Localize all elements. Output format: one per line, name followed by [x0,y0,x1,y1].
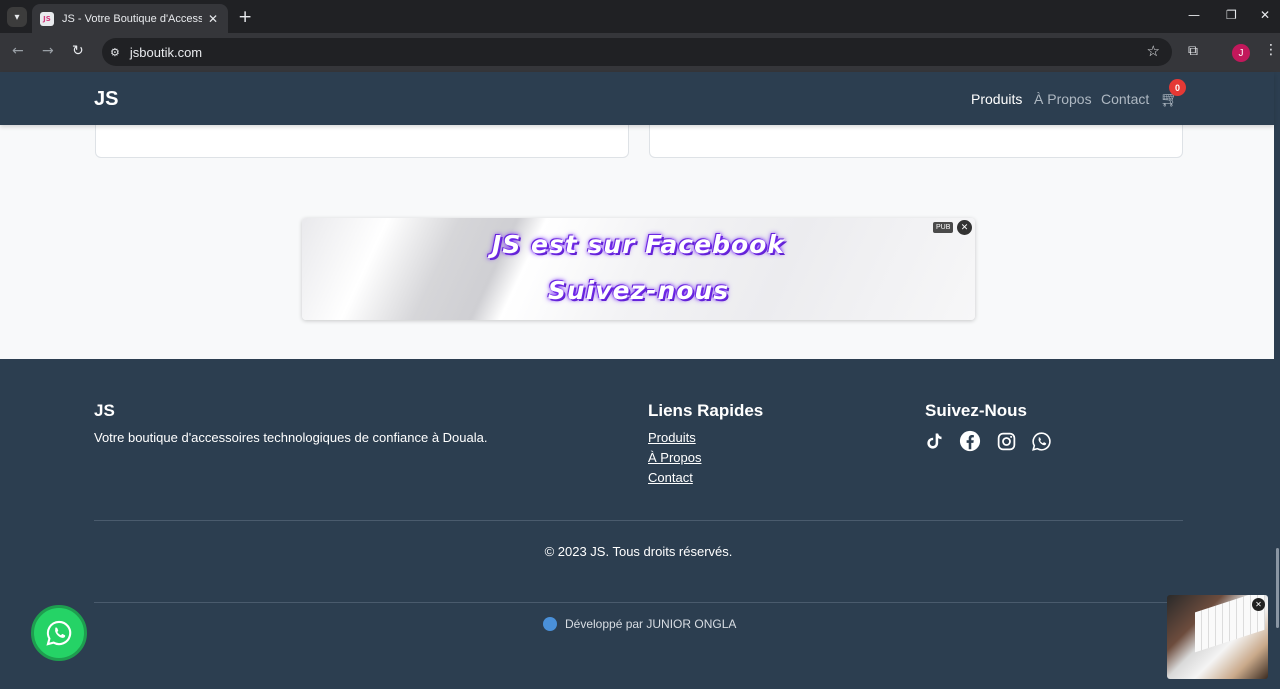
facebook-icon[interactable] [959,430,981,452]
instagram-icon[interactable] [995,430,1017,452]
forward-icon[interactable]: → [42,43,54,59]
ad-subline: Suivez-nous [547,276,730,305]
minimize-icon[interactable]: — [1188,8,1200,22]
browser-tab-bar: ▾ JS JS - Votre Boutique d'Accessoires ✕… [0,0,1280,33]
close-window-icon[interactable]: ✕ [1260,8,1270,22]
footer-brand-title: JS [94,401,115,420]
footer-link-produits[interactable]: Produits [648,430,696,445]
social-title: Suivez-Nous [925,401,1028,420]
site-navbar: JS Produits À Propos Contact 🛒︎ 0 [0,72,1274,125]
video-close-icon[interactable]: ✕ [1252,598,1265,611]
whatsapp-float-button[interactable] [31,605,87,661]
back-icon[interactable]: ← [12,43,24,59]
ad-close-icon[interactable]: ✕ [957,220,972,235]
bookmark-star-icon[interactable]: ☆ [1147,42,1160,60]
developer-credit[interactable]: Développé par JUNIOR ONGLA [543,617,736,631]
nav-link-contact[interactable]: Contact [1101,91,1149,107]
profile-avatar[interactable]: J [1232,44,1250,62]
footer-divider [94,602,1183,603]
tab-title: JS - Votre Boutique d'Accessoires [62,12,202,25]
copyright-text: © 2023 JS. Tous droits réservés. [544,544,733,559]
site-brand[interactable]: JS [94,88,118,111]
browser-menu-icon[interactable]: ⋮ [1264,42,1278,58]
quick-links-title: Liens Rapides [648,401,764,420]
main-content: JS est sur Facebook Suivez-nous PUB ✕ [0,115,1274,359]
footer-link-a-propos[interactable]: À Propos [648,450,701,465]
site-footer: JS Votre boutique d'accessoires technolo… [0,359,1274,689]
new-tab-icon[interactable]: + [238,7,252,27]
nav-link-a-propos[interactable]: À Propos [1034,91,1092,107]
nav-link-produits[interactable]: Produits [971,91,1022,107]
site-favicon-icon: JS [40,11,54,26]
footer-divider [94,520,1183,521]
whatsapp-icon[interactable] [1030,430,1052,452]
ad-headline: JS est sur Facebook [492,230,785,259]
video-ad-thumbnail[interactable]: ✕ [1167,595,1268,679]
footer-description: Votre boutique d'accessoires technologiq… [94,430,488,445]
tab-close-icon[interactable]: ✕ [208,12,218,26]
url-input[interactable]: ⚙ jsboutik.com ☆ [102,38,1172,66]
chat-bubble-icon [543,617,557,631]
address-bar: ← → ↻ ⚙ jsboutik.com ☆ ⧉ J ⋮ [0,33,1280,72]
scrollbar-thumb[interactable] [1276,548,1279,628]
maximize-icon[interactable]: ❐ [1226,8,1237,22]
extensions-icon[interactable]: ⧉ [1188,43,1198,59]
site-info-icon[interactable]: ⚙ [110,46,120,59]
tab-search-icon[interactable]: ▾ [7,7,27,27]
browser-tab[interactable]: JS JS - Votre Boutique d'Accessoires ✕ [32,4,228,33]
url-text: jsboutik.com [129,44,203,60]
reload-icon[interactable]: ↻ [72,43,84,59]
cart-count-badge: 0 [1169,79,1186,96]
whatsapp-icon [46,620,72,646]
footer-link-contact[interactable]: Contact [648,470,693,485]
facebook-ad-banner[interactable]: JS est sur Facebook Suivez-nous PUB ✕ [302,218,975,320]
developer-credit-text: Développé par JUNIOR ONGLA [565,617,737,631]
ad-badge: PUB [933,222,954,233]
tiktok-icon[interactable] [923,430,945,452]
